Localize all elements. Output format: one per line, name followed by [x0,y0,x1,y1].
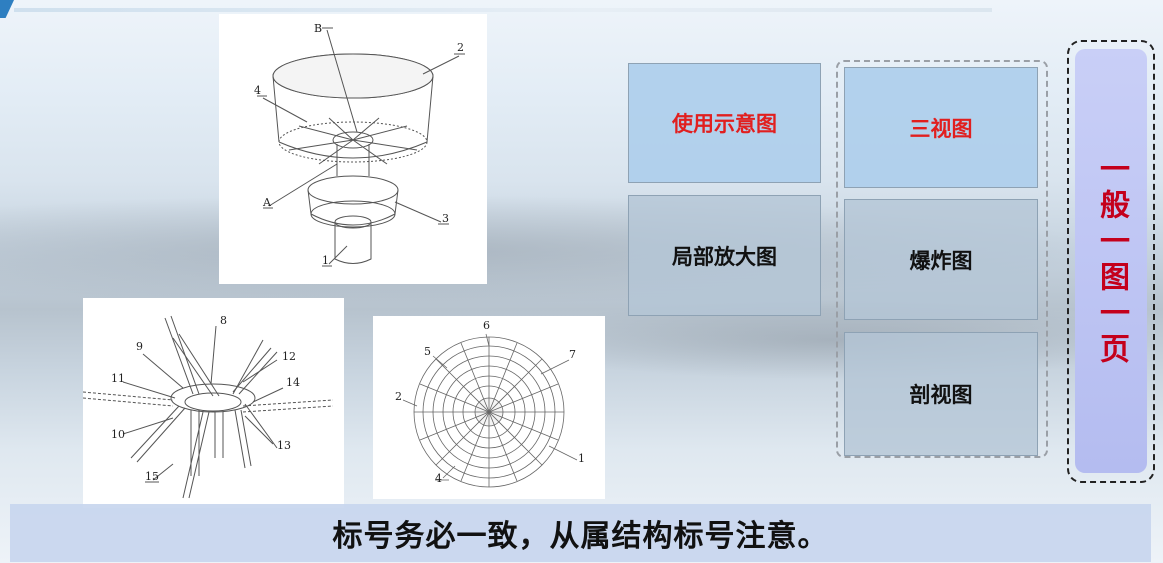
isometric-drawing: B 2 4 A 3 1 [254,22,465,267]
label-14: 14 [286,376,300,389]
partial-enlarged-box: 局部放大图 [628,195,821,316]
figure-plan-view: 6 5 7 2 1 4 [373,316,605,499]
label-4: 4 [435,472,442,485]
exploded-view-box: 爆炸图 [844,199,1038,320]
label-15: 15 [145,470,159,483]
usage-diagram-box: 使用示意图 [628,63,821,183]
label-5: 5 [424,345,431,358]
three-view-box: 三视图 [844,67,1038,188]
label-2: 2 [457,41,464,54]
label-1: 1 [322,254,329,267]
bottom-banner: 标号务必一致，从属结构标号注意。 [10,504,1151,562]
label-9: 9 [136,340,143,353]
label-6: 6 [483,319,490,332]
label-11: 11 [111,372,125,385]
label-B: B [314,22,322,35]
label-2: 2 [395,390,402,403]
figure-hub-detail: 8 9 12 11 14 10 13 15 [83,298,344,508]
banner-text: 标号务必一致，从属结构标号注意。 [332,519,829,554]
section-view-box: 剖视图 [844,332,1038,456]
figure-isometric-view: B 2 4 A 3 1 [219,14,487,284]
label-4: 4 [254,84,261,97]
top-rule [14,8,992,12]
label-10: 10 [111,428,125,441]
hub-drawing: 8 9 12 11 14 10 13 15 [83,314,334,499]
label-13: 13 [277,439,291,452]
label-8: 8 [220,314,227,327]
corner-accent [0,0,14,18]
label-3: 3 [442,212,449,225]
label-7: 7 [569,348,576,361]
plan-drawing: 6 5 7 2 1 4 [395,319,585,488]
label-12: 12 [282,350,296,363]
label-A: A [262,196,272,209]
side-label-panel: 一般一图一页 [1075,49,1147,473]
side-label-text: 一般一图一页 [1094,153,1129,369]
label-1: 1 [578,452,585,465]
